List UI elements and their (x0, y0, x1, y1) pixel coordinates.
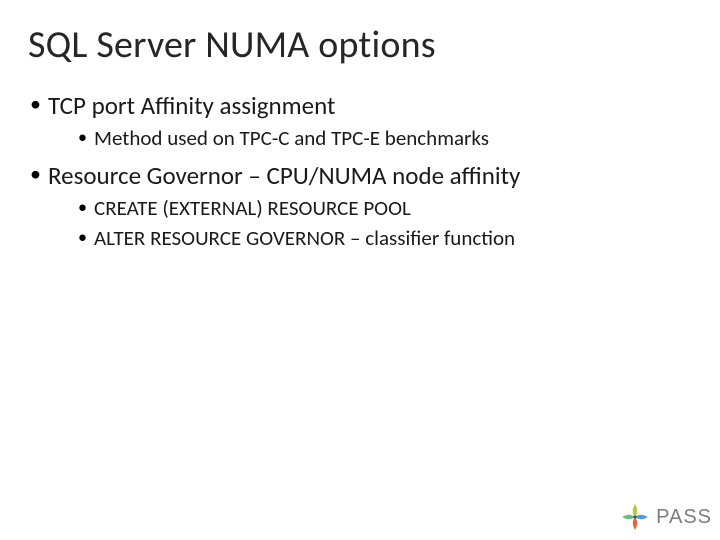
bullet-text: Method used on TPC-C and TPC-E benchmark… (94, 125, 489, 151)
slide-content: TCP port Affinity assignment Method used… (28, 90, 692, 252)
list-item: Resource Governor – CPU/NUMA node affini… (30, 160, 692, 252)
pass-logo-icon (620, 502, 650, 532)
bullet-text: CREATE (EXTERNAL) RESOURCE POOL (94, 195, 411, 221)
bullet-list: TCP port Affinity assignment Method used… (28, 90, 692, 252)
sub-bullet-list: Method used on TPC-C and TPC-E benchmark… (48, 125, 692, 152)
list-item: CREATE (EXTERNAL) RESOURCE POOL (78, 195, 692, 222)
pass-logo-text: PASS (656, 506, 712, 529)
bullet-text: ALTER RESOURCE GOVERNOR – classifier fun… (94, 225, 515, 251)
sub-bullet-list: CREATE (EXTERNAL) RESOURCE POOL ALTER RE… (48, 195, 692, 252)
pass-logo: PASS (620, 502, 712, 532)
list-item: ALTER RESOURCE GOVERNOR – classifier fun… (78, 225, 692, 252)
bullet-text: TCP port Affinity assignment (48, 90, 335, 121)
slide: SQL Server NUMA options TCP port Affinit… (0, 0, 720, 540)
list-item: TCP port Affinity assignment Method used… (30, 90, 692, 153)
list-item: Method used on TPC-C and TPC-E benchmark… (78, 125, 692, 152)
page-title: SQL Server NUMA options (28, 24, 692, 68)
bullet-text: Resource Governor – CPU/NUMA node affini… (48, 160, 520, 191)
